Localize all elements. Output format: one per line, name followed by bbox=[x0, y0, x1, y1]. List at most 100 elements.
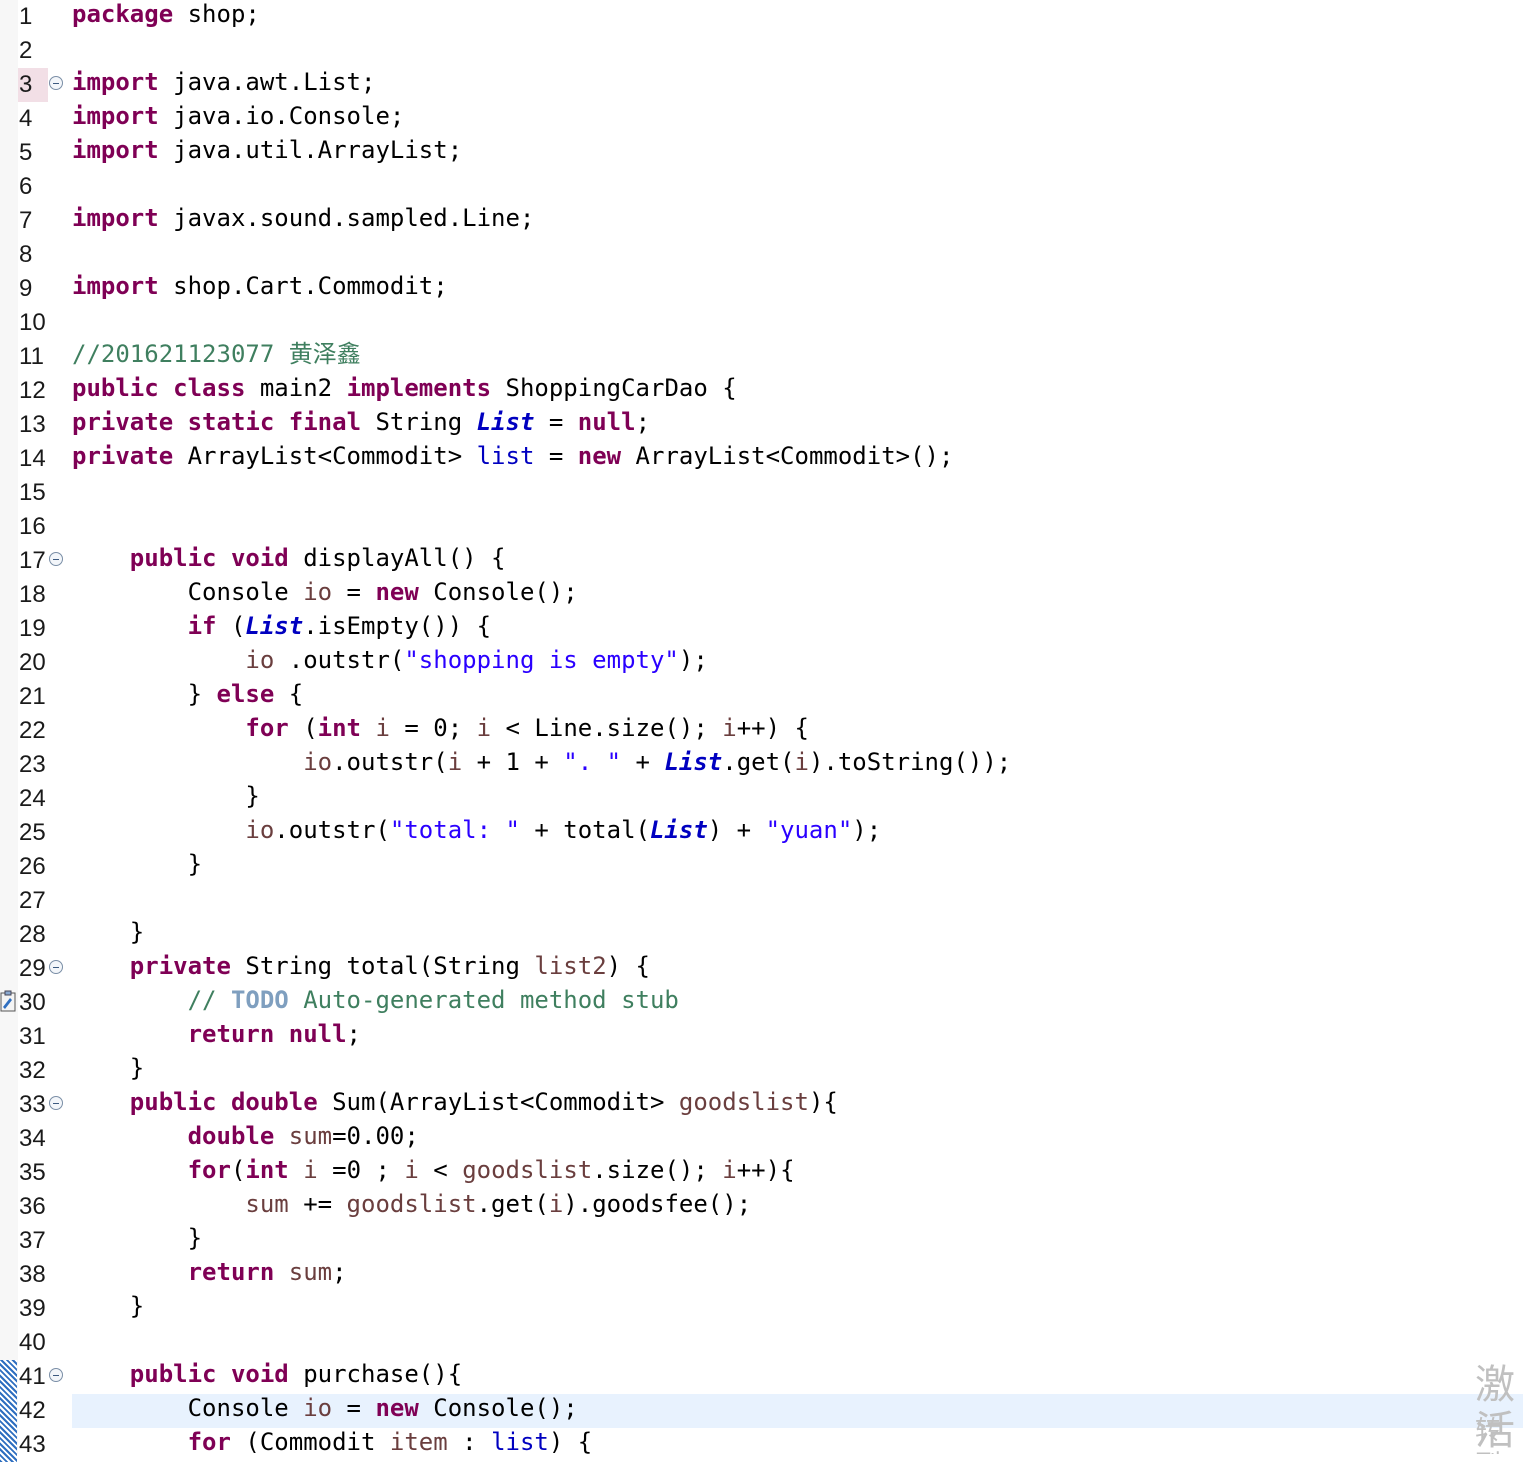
code-line-1[interactable]: 1 package shop; bbox=[0, 0, 1523, 34]
keyword: null bbox=[288, 1020, 347, 1048]
code-text[interactable]: } bbox=[72, 915, 144, 949]
code-line-12[interactable]: 12 public class main2 implements Shopping… bbox=[0, 374, 1523, 408]
code-text[interactable]: public class main2 implements ShoppingCa… bbox=[72, 371, 737, 405]
code-text[interactable]: Console io = new Console(); bbox=[72, 575, 578, 609]
code-text[interactable]: import java.io.Console; bbox=[72, 99, 404, 133]
code-line-21[interactable]: 21 } else { bbox=[0, 680, 1523, 714]
code-text[interactable]: } bbox=[72, 1221, 202, 1255]
code-text[interactable]: if (List.isEmpty()) { bbox=[72, 609, 491, 643]
code-line-13[interactable]: 13 private static final String List = nul… bbox=[0, 408, 1523, 442]
code-text[interactable]: package shop; bbox=[72, 0, 260, 31]
keyword: import bbox=[72, 136, 159, 164]
fold-toggle-icon[interactable] bbox=[49, 1368, 63, 1382]
code-text[interactable]: // TODO Auto-generated method stub bbox=[72, 983, 679, 1017]
code-line-3[interactable]: 3 import java.awt.List; bbox=[0, 68, 1523, 102]
code-text[interactable]: public double Sum(ArrayList<Commodit> go… bbox=[72, 1085, 838, 1119]
code-line-32[interactable]: 32 } bbox=[0, 1054, 1523, 1088]
code-text[interactable]: sum += goodslist.get(i).goodsfee(); bbox=[72, 1187, 751, 1221]
code-line-2[interactable]: 2 bbox=[0, 34, 1523, 68]
code-line-36[interactable]: 36 sum += goodslist.get(i).goodsfee(); bbox=[0, 1190, 1523, 1224]
code-text[interactable]: import java.util.ArrayList; bbox=[72, 133, 462, 167]
code-token: Console(); bbox=[418, 1394, 578, 1422]
code-text[interactable]: return null; bbox=[72, 1017, 361, 1051]
code-text[interactable]: //201621123077 黄泽鑫 bbox=[72, 337, 361, 371]
code-text[interactable]: double sum=0.00; bbox=[72, 1119, 419, 1153]
code-token: ); bbox=[678, 646, 708, 674]
code-text[interactable]: } bbox=[72, 847, 202, 881]
keyword: if bbox=[187, 612, 217, 640]
code-line-9[interactable]: 9 import shop.Cart.Commodit; bbox=[0, 272, 1523, 306]
code-text[interactable]: io.outstr(i + 1 + ". " + List.get(i).toS… bbox=[72, 745, 1011, 779]
code-line-26[interactable]: 26 } bbox=[0, 850, 1523, 884]
code-text[interactable]: import java.awt.List; bbox=[72, 65, 375, 99]
code-text[interactable]: io.outstr("total: " + total(List) + "yua… bbox=[72, 813, 881, 847]
fold-toggle-icon[interactable] bbox=[49, 960, 63, 974]
code-line-43[interactable]: 43 for (Commodit item : list) { bbox=[0, 1428, 1523, 1462]
code-line-23[interactable]: 23 io.outstr(i + 1 + ". " + List.get(i).… bbox=[0, 748, 1523, 782]
code-line-41[interactable]: 41 public void purchase(){ bbox=[0, 1360, 1523, 1394]
code-line-28[interactable]: 28 } bbox=[0, 918, 1523, 952]
code-text[interactable]: import javax.sound.sampled.Line; bbox=[72, 201, 534, 235]
code-text[interactable]: import shop.Cart.Commodit; bbox=[72, 269, 448, 303]
line-number: 41 bbox=[19, 1363, 46, 1390]
code-line-30[interactable]: 30 // TODO Auto-generated method stub bbox=[0, 986, 1523, 1020]
code-text[interactable]: private static final String List = null; bbox=[72, 405, 650, 439]
code-line-39[interactable]: 39 } bbox=[0, 1292, 1523, 1326]
task-clipboard-icon[interactable] bbox=[0, 988, 16, 1014]
code-line-31[interactable]: 31 return null; bbox=[0, 1020, 1523, 1054]
line-number: 13 bbox=[19, 411, 46, 438]
code-line-42[interactable]: 42 Console io = new Console(); bbox=[0, 1394, 1523, 1428]
code-line-40[interactable]: 40 bbox=[0, 1326, 1523, 1360]
code-line-29[interactable]: 29 private String total(String list2) { bbox=[0, 952, 1523, 986]
code-line-37[interactable]: 37 } bbox=[0, 1224, 1523, 1258]
code-line-18[interactable]: 18 Console io = new Console(); bbox=[0, 578, 1523, 612]
code-line-6[interactable]: 6 bbox=[0, 170, 1523, 204]
code-line-19[interactable]: 19 if (List.isEmpty()) { bbox=[0, 612, 1523, 646]
code-text[interactable]: public void purchase(){ bbox=[72, 1357, 462, 1391]
line-number: 25 bbox=[19, 819, 46, 846]
code-line-10[interactable]: 10 bbox=[0, 306, 1523, 340]
code-text[interactable]: return sum; bbox=[72, 1255, 347, 1289]
code-line-20[interactable]: 20 io .outstr("shopping is empty"); bbox=[0, 646, 1523, 680]
code-token: java.awt.List; bbox=[158, 68, 376, 96]
code-line-4[interactable]: 4 import java.io.Console; bbox=[0, 102, 1523, 136]
code-line-17[interactable]: 17 public void displayAll() { bbox=[0, 544, 1523, 578]
fold-toggle-icon[interactable] bbox=[49, 552, 63, 566]
code-token: java.io.Console; bbox=[158, 102, 405, 130]
code-line-7[interactable]: 7 import javax.sound.sampled.Line; bbox=[0, 204, 1523, 238]
code-line-27[interactable]: 27 bbox=[0, 884, 1523, 918]
fold-toggle-icon[interactable] bbox=[49, 1096, 63, 1110]
code-line-34[interactable]: 34 double sum=0.00; bbox=[0, 1122, 1523, 1156]
line-number: 34 bbox=[19, 1125, 46, 1152]
code-text[interactable]: private String total(String list2) { bbox=[72, 949, 650, 983]
code-text[interactable]: for(int i =0 ; i < goodslist.size(); i++… bbox=[72, 1153, 795, 1187]
code-line-38[interactable]: 38 return sum; bbox=[0, 1258, 1523, 1292]
code-token: ArrayList<Commodit>(); bbox=[621, 442, 954, 470]
code-line-15[interactable]: 15 bbox=[0, 476, 1523, 510]
code-text[interactable]: private ArrayList<Commodit> list = new A… bbox=[72, 439, 953, 473]
keyword: for bbox=[245, 714, 289, 742]
activation-watermark: 激活 转到 bbox=[1465, 1358, 1523, 1454]
code-text[interactable]: } bbox=[72, 779, 259, 813]
code-line-5[interactable]: 5 import java.util.ArrayList; bbox=[0, 136, 1523, 170]
code-line-24[interactable]: 24 } bbox=[0, 782, 1523, 816]
code-text[interactable]: for (int i = 0; i < Line.size(); i++) { bbox=[72, 711, 809, 745]
code-text[interactable]: } bbox=[72, 1289, 144, 1323]
code-line-35[interactable]: 35 for(int i =0 ; i < goodslist.size(); … bbox=[0, 1156, 1523, 1190]
code-text[interactable]: } bbox=[72, 1051, 144, 1085]
code-line-8[interactable]: 8 bbox=[0, 238, 1523, 272]
code-line-22[interactable]: 22 for (int i = 0; i < Line.size(); i++)… bbox=[0, 714, 1523, 748]
code-editor[interactable]: 1 package shop; 2 3 import java.awt.List; 4 im… bbox=[0, 0, 1523, 1462]
code-line-11[interactable]: 11 //201621123077 黄泽鑫 bbox=[0, 340, 1523, 374]
keyword: new bbox=[375, 578, 419, 606]
code-text[interactable]: Console io = new Console(); bbox=[72, 1391, 578, 1425]
code-text[interactable]: public void displayAll() { bbox=[72, 541, 506, 575]
code-line-14[interactable]: 14 private ArrayList<Commodit> list = new… bbox=[0, 442, 1523, 476]
code-line-25[interactable]: 25 io.outstr("total: " + total(List) + "… bbox=[0, 816, 1523, 850]
code-text[interactable]: io .outstr("shopping is empty"); bbox=[72, 643, 708, 677]
fold-toggle-icon[interactable] bbox=[49, 76, 63, 90]
line-number: 10 bbox=[19, 309, 46, 336]
code-line-33[interactable]: 33 public double Sum(ArrayList<Commodit>… bbox=[0, 1088, 1523, 1122]
code-text[interactable]: } else { bbox=[72, 677, 304, 711]
code-line-16[interactable]: 16 bbox=[0, 510, 1523, 544]
